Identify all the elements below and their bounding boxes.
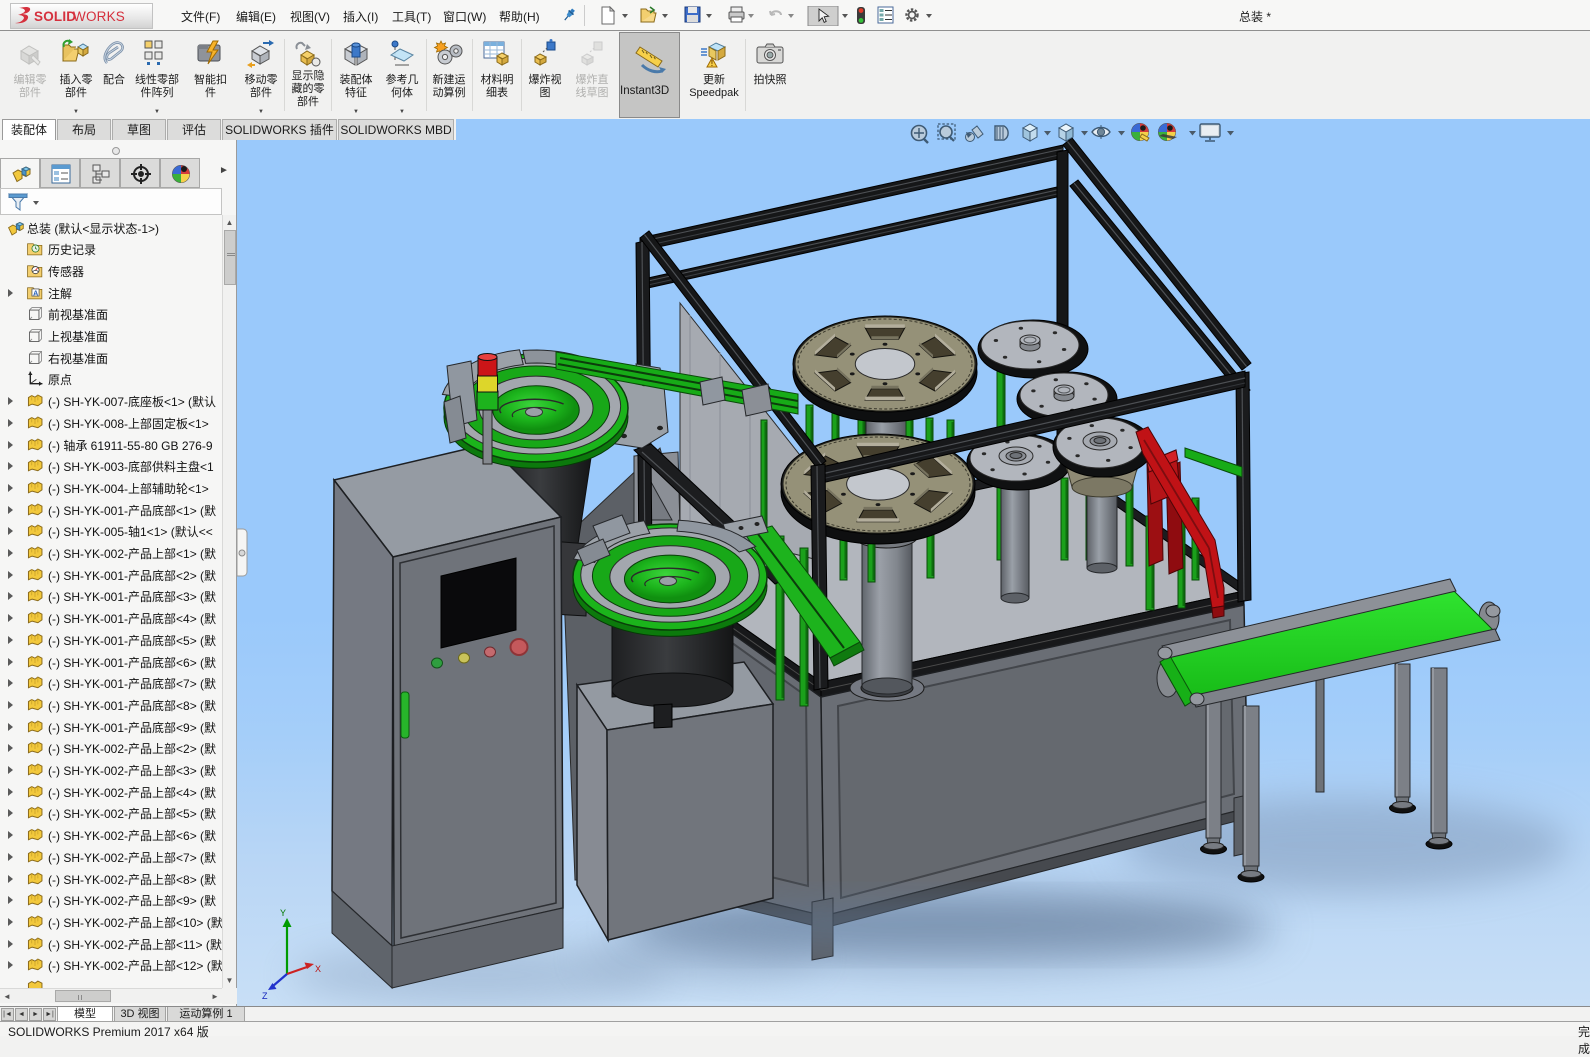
svg-text:X: X xyxy=(315,964,321,974)
svg-text:!: ! xyxy=(711,59,714,68)
svg-text:SOLID: SOLID xyxy=(34,9,76,24)
svg-text:Y: Y xyxy=(280,908,286,918)
svg-text:WORKS: WORKS xyxy=(73,9,125,24)
svg-text:A: A xyxy=(33,289,38,297)
svg-text:Z: Z xyxy=(262,991,268,1001)
